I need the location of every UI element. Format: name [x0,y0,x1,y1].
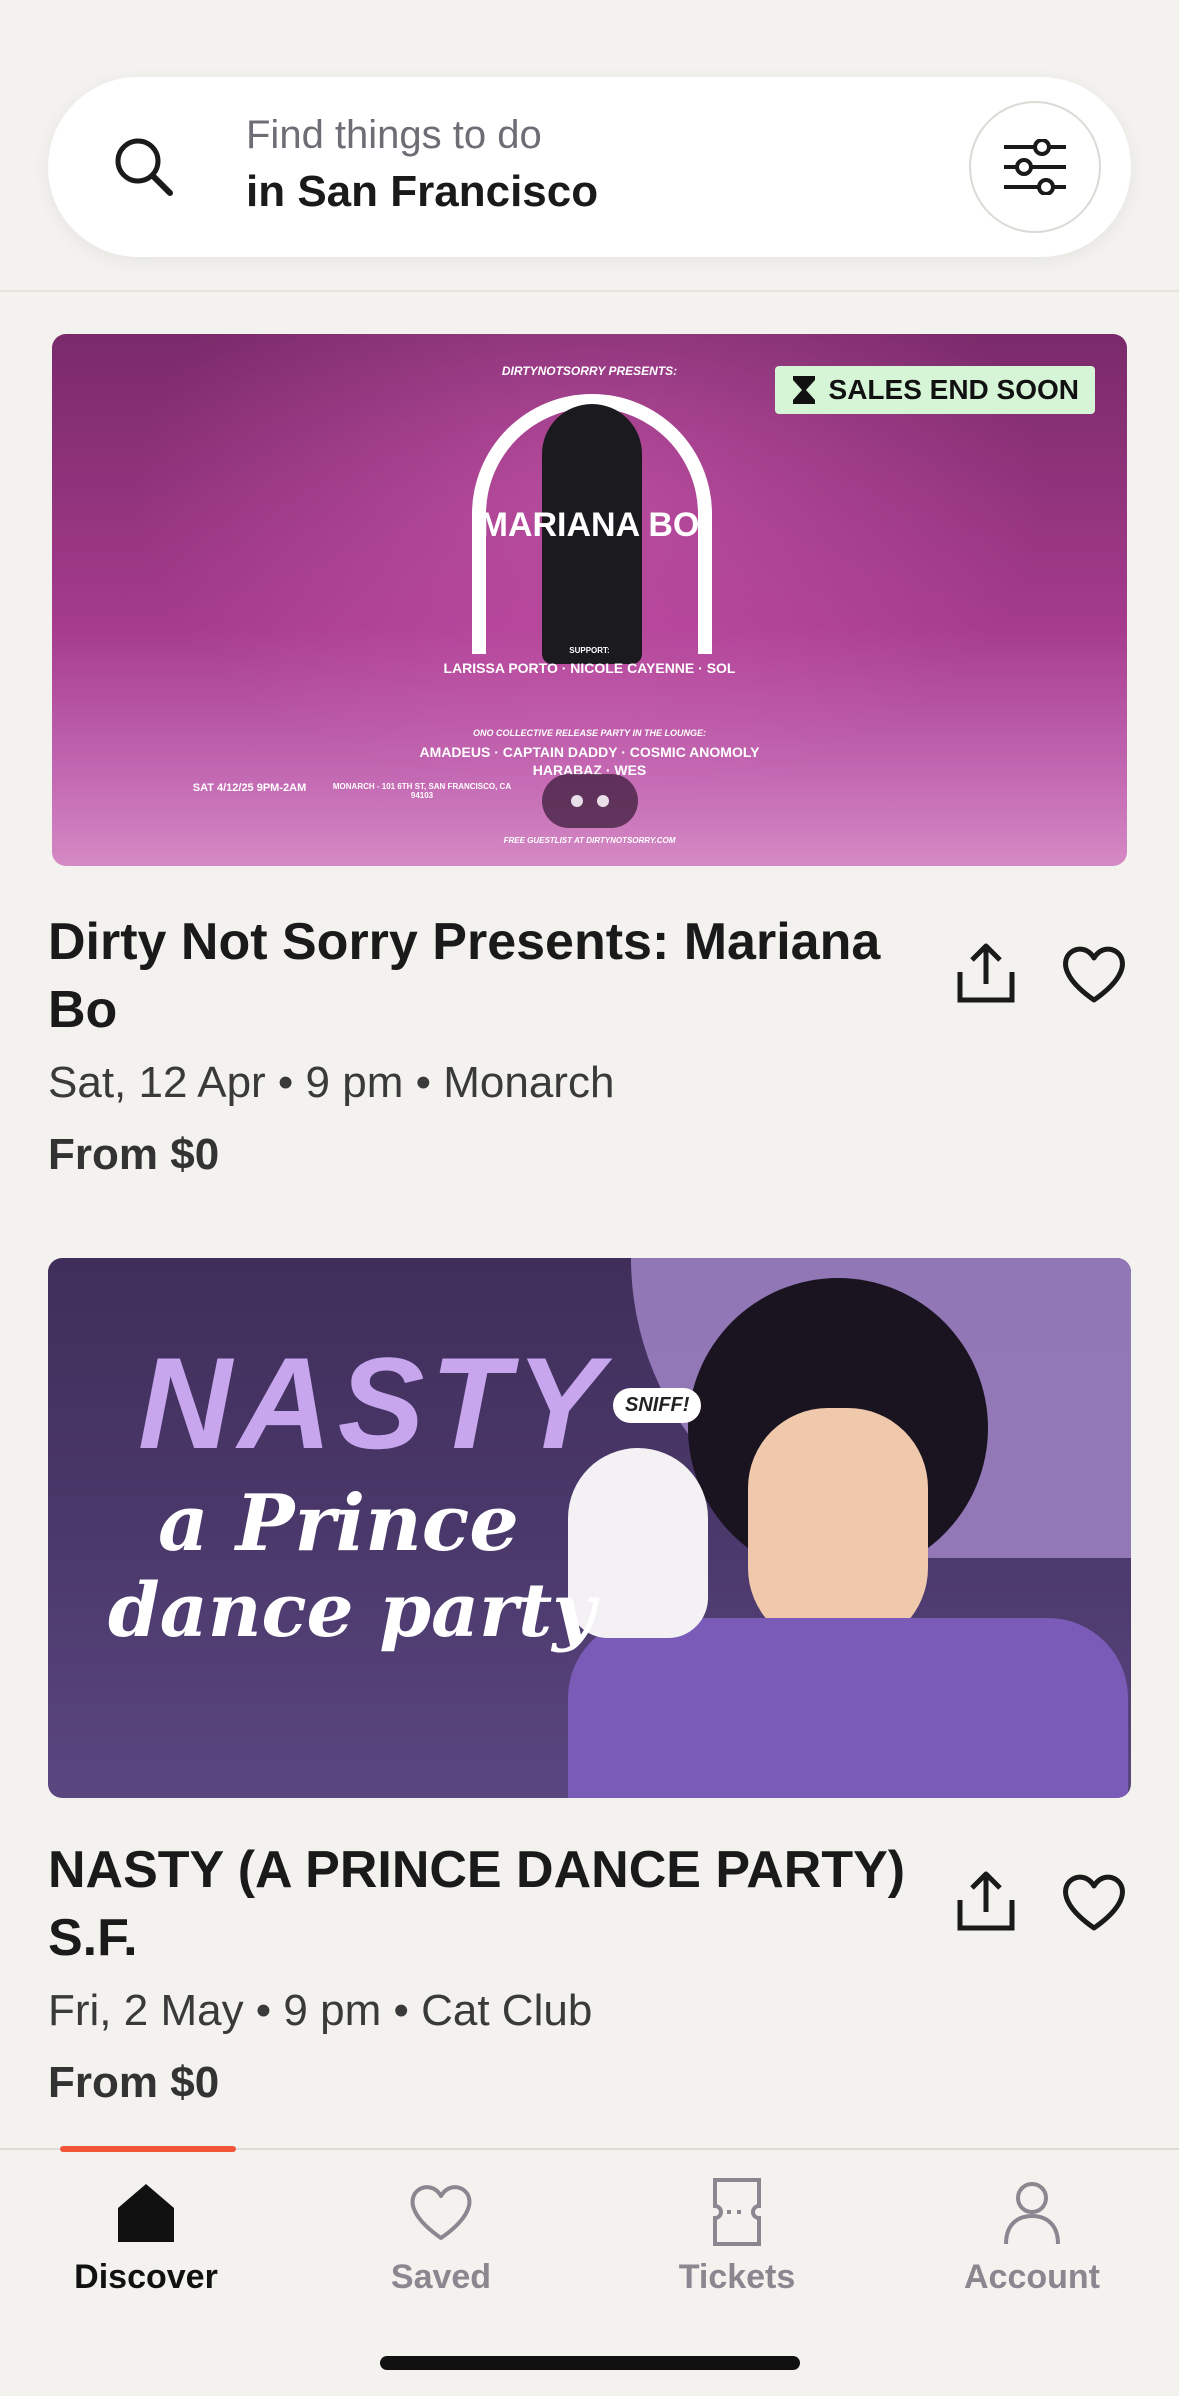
nav-label: Discover [74,2258,218,2296]
home-icon [118,2184,174,2242]
active-tab-indicator [60,2146,236,2152]
search-icon [115,138,173,196]
poster-support: LARISSA PORTO · NICOLE CAYENNE · SOL [443,660,736,676]
search-bar[interactable]: Find things to do in San Francisco [48,77,1131,257]
poster-sniff: SNIFF! [613,1388,702,1423]
search-header: Find things to do in San Francisco [0,0,1179,292]
event-date-location: Fri, 2 May • 9 pm • Cat Club [48,1986,593,2035]
heart-icon [410,2185,472,2240]
event-title[interactable]: Dirty Not Sorry Presents: Mariana Bo [48,908,928,1044]
carousel-dot [597,795,609,807]
filter-icon [1004,139,1066,195]
home-indicator[interactable] [380,2356,800,2370]
heart-icon[interactable] [1058,1866,1130,1938]
ticket-icon [713,2178,761,2246]
poster-face [748,1408,928,1648]
event-image[interactable]: SNIFF! NASTY a Prince dance party [48,1258,1131,1798]
poster-venue: MONARCH - 101 6TH ST, SAN FRANCISCO, CA … [332,782,512,800]
poster-lounge: ONO COLLECTIVE RELEASE PARTY IN THE LOUN… [472,728,707,738]
event-price: From $0 [48,1130,220,1179]
poster-jacket [568,1618,1128,1798]
badge-label: SALES END SOON [828,374,1079,405]
nav-label: Account [964,2258,1100,2296]
event-title[interactable]: NASTY (A PRINCE DANCE PARTY) S.F. [48,1836,928,1972]
heart-icon[interactable] [1058,938,1130,1010]
search-location: in San Francisco [246,167,599,216]
nav-item-saved[interactable]: Saved [331,2176,551,2297]
nav-item-discover[interactable]: Discover [36,2176,256,2297]
share-icon[interactable] [950,938,1022,1010]
poster-word: NASTY [138,1330,609,1476]
search-prompt: Find things to do [246,113,542,157]
event-price: From $0 [48,2058,220,2107]
poster-footer: FREE GUESTLIST AT DIRTYNOTSORRY.COM [503,836,676,845]
carousel-indicator[interactable] [542,774,638,828]
event-date-location: Sat, 12 Apr • 9 pm • Monarch [48,1058,615,1107]
poster-headliner: MARIANA BO [479,506,700,544]
event-image[interactable]: DIRTYNOTSORRY PRESENTS: MARIANA BO SUPPO… [52,334,1127,866]
poster-lineup: AMADEUS · CAPTAIN DADDY · COSMIC ANOMOLY [419,744,760,760]
nav-item-tickets[interactable]: Tickets [627,2176,847,2297]
nav-label: Saved [390,2258,492,2296]
poster-line2: dance party [108,1568,596,1654]
person-icon [1004,2182,1060,2245]
poster-line1: a Prince [158,1478,519,1569]
nav-item-account[interactable]: Account [922,2176,1142,2297]
carousel-dot [571,795,583,807]
nav-label: Tickets [678,2258,796,2296]
sales-end-soon-badge: SALES END SOON [774,366,1095,414]
poster-support-label: SUPPORT: [569,646,610,655]
share-icon[interactable] [950,1866,1022,1938]
hourglass-icon [792,376,815,404]
filter-button[interactable] [969,101,1101,233]
